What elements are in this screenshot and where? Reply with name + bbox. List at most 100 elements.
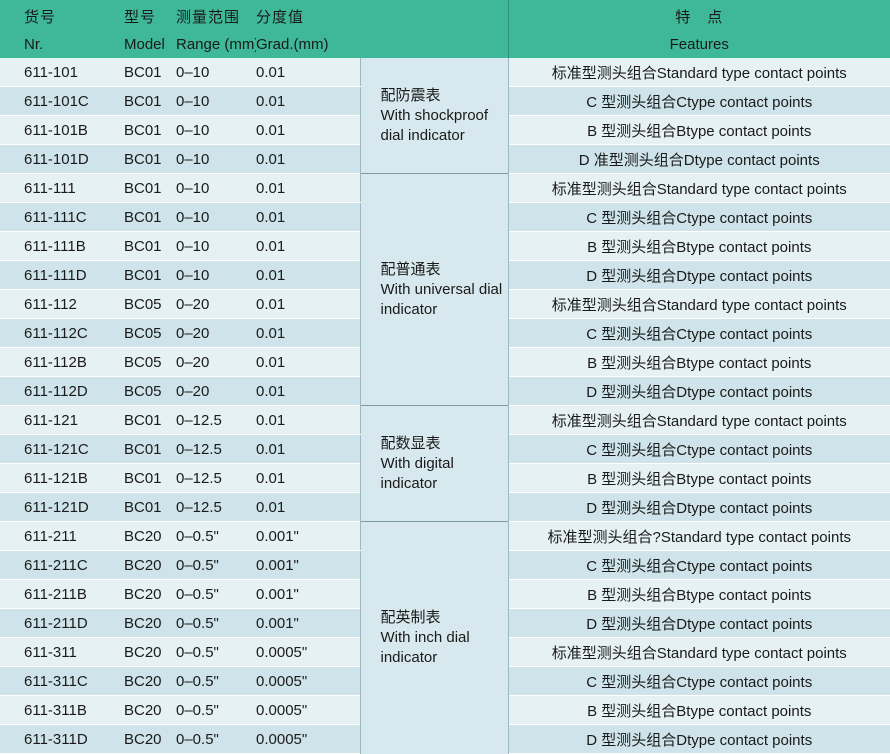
group-label-zh: 配英制表: [380, 608, 441, 626]
cell-nr: 611-121B: [0, 463, 124, 493]
cell-grad: 0.0005": [256, 695, 360, 725]
header-nr-en: Nr.: [0, 30, 124, 58]
cell-nr: 611-311B: [0, 695, 124, 725]
cell-nr: 611-101B: [0, 115, 124, 145]
cell-feature: D 型测头组合Dtype contact points: [507, 492, 890, 522]
cell-nr: 611-111C: [0, 202, 124, 232]
cell-nr: 611-101: [0, 58, 124, 87]
cell-range: 0–0.5": [176, 695, 256, 725]
cell-range: 0–0.5": [176, 637, 256, 667]
group-label: 配普通表 With universal dial indicator: [359, 173, 509, 406]
table-row: 611-101 BC01 0–10 0.01 配防震表 With shockproof d…: [0, 58, 890, 174]
cell-model: BC05: [124, 318, 176, 348]
header-grad-zh: 分度值: [256, 0, 360, 30]
cell-range: 0–0.5": [176, 666, 256, 696]
cell-feature: C 型测头组合Ctype contact points: [507, 86, 890, 116]
cell-model: BC20: [124, 666, 176, 696]
header-nr-zh: 货号: [0, 0, 124, 30]
cell-model: BC20: [124, 521, 176, 551]
cell-model: BC20: [124, 724, 176, 754]
table-row: 611-211 BC20 0–0.5" 0.001" 配英制表 With inch dia…: [0, 521, 890, 754]
cell-feature: D 准型测头组合Dtype contact points: [507, 144, 890, 174]
cell-grad: 0.01: [256, 405, 360, 435]
cell-model: BC01: [124, 173, 176, 203]
cell-range: 0–12.5: [176, 492, 256, 522]
cell-feature: 标准型测头组合?Standard type contact points: [507, 521, 890, 551]
cell-feature: 标准型测头组合Standard type contact points: [507, 58, 890, 87]
cell-model: BC01: [124, 58, 176, 87]
cell-range: 0–0.5": [176, 608, 256, 638]
cell-nr: 611-111: [0, 173, 124, 203]
table-row: 611-111 BC01 0–10 0.01 配普通表 With universal di…: [0, 173, 890, 406]
header-spacer: [360, 0, 508, 30]
cell-grad: 0.01: [256, 231, 360, 261]
cell-nr: 611-101D: [0, 144, 124, 174]
cell-feature: 标准型测头组合Standard type contact points: [507, 637, 890, 667]
cell-grad: 0.01: [256, 260, 360, 290]
cell-feature: B 型测头组合Btype contact points: [507, 231, 890, 261]
cell-nr: 611-211D: [0, 608, 124, 638]
table-row: 611-121 BC01 0–12.5 0.01 配数显表 With digital in…: [0, 405, 890, 522]
cell-range: 0–10: [176, 144, 256, 174]
cell-grad: 0.0005": [256, 724, 360, 754]
cell-grad: 0.01: [256, 492, 360, 522]
cell-range: 0–10: [176, 115, 256, 145]
cell-grad: 0.01: [256, 289, 360, 319]
cell-grad: 0.01: [256, 376, 360, 406]
cell-grad: 0.01: [256, 202, 360, 232]
cell-range: 0–12.5: [176, 463, 256, 493]
header-grad-en: Grad.(mm): [256, 30, 360, 58]
cell-range: 0–12.5: [176, 434, 256, 464]
cell-range: 0–0.5": [176, 521, 256, 551]
cell-feature: 标准型测头组合Standard type contact points: [507, 289, 890, 319]
cell-grad: 0.01: [256, 115, 360, 145]
cell-feature: C 型测头组合Ctype contact points: [507, 202, 890, 232]
cell-grad: 0.01: [256, 463, 360, 493]
cell-model: BC01: [124, 115, 176, 145]
group-label: 配防震表 With shockproof dial indicator: [359, 58, 509, 174]
cell-feature: D 型测头组合Dtype contact points: [507, 608, 890, 638]
cell-range: 0–0.5": [176, 579, 256, 609]
cell-model: BC05: [124, 376, 176, 406]
cell-feature: C 型测头组合Ctype contact points: [507, 318, 890, 348]
cell-grad: 0.01: [256, 347, 360, 377]
header-features-en: Features: [507, 30, 890, 58]
cell-range: 0–12.5: [176, 405, 256, 435]
cell-range: 0–0.5": [176, 550, 256, 580]
cell-grad: 0.01: [256, 144, 360, 174]
cell-model: BC01: [124, 492, 176, 522]
group-label: 配数显表 With digital indicator: [359, 405, 509, 522]
cell-model: BC01: [124, 260, 176, 290]
cell-model: BC20: [124, 637, 176, 667]
cell-nr: 611-211: [0, 521, 124, 551]
cell-range: 0–10: [176, 58, 256, 87]
cell-nr: 611-121: [0, 405, 124, 435]
cell-model: BC01: [124, 463, 176, 493]
cell-range: 0–20: [176, 347, 256, 377]
cell-range: 0–10: [176, 173, 256, 203]
cell-nr: 611-211B: [0, 579, 124, 609]
cell-nr: 611-121C: [0, 434, 124, 464]
cell-model: BC05: [124, 347, 176, 377]
cell-model: BC01: [124, 86, 176, 116]
group-label-en: With inch dial indicator: [380, 628, 470, 666]
group-label-en: With shockproof dial indicator: [380, 106, 489, 144]
cell-grad: 0.001": [256, 579, 360, 609]
cell-nr: 611-112: [0, 289, 124, 319]
cell-model: BC20: [124, 550, 176, 580]
header-model-en: Model: [124, 30, 176, 58]
group-label-en: With universal dial indicator: [380, 280, 503, 318]
cell-range: 0–10: [176, 260, 256, 290]
group-label-zh: 配普通表: [380, 260, 441, 278]
cell-nr: 611-311D: [0, 724, 124, 754]
cell-grad: 0.001": [256, 550, 360, 580]
cell-model: BC01: [124, 144, 176, 174]
group-label-en: With digital indicator: [380, 454, 454, 492]
cell-feature: D 型测头组合Dtype contact points: [507, 260, 890, 290]
cell-feature: B 型测头组合Btype contact points: [507, 347, 890, 377]
cell-feature: 标准型测头组合Standard type contact points: [507, 173, 890, 203]
cell-range: 0–20: [176, 289, 256, 319]
cell-range: 0–10: [176, 86, 256, 116]
cell-nr: 611-112D: [0, 376, 124, 406]
cell-model: BC01: [124, 231, 176, 261]
